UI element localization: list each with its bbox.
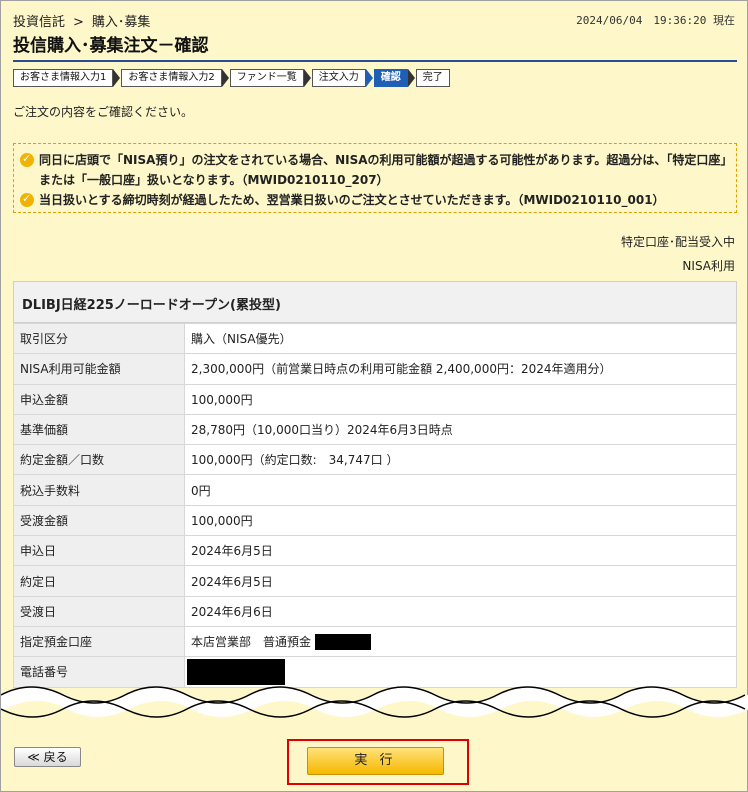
step-order-input: 注文入力 (311, 69, 366, 87)
table-row: 受渡日 2024年6月6日 (13, 595, 737, 627)
row-value: 本店営業部 普通預金 (184, 625, 737, 658)
row-value: 100,000円（約定口数: 34,747口 ） (184, 444, 737, 476)
notice-item: 同日に店頭で「NISA預り」の注文をされている場合、NISAの利用可能額が超過す… (20, 149, 730, 190)
row-label: 取引区分 (13, 322, 185, 355)
table-row: 申込金額 100,000円 (13, 383, 737, 415)
row-value: 28,780円（10,000口当り）2024年6月3日時点 (184, 413, 737, 446)
step-arrow-icon (407, 69, 415, 87)
notice-text: 当日扱いとする締切時刻が経過したため、翌営業日扱いのご注文とさせていただきます。… (39, 193, 665, 207)
redacted-account-number (314, 634, 371, 651)
warning-check-icon (20, 149, 34, 169)
row-label: 受渡金額 (13, 504, 185, 537)
account-status-tokutei: 特定口座･配当受入中 (620, 235, 735, 249)
row-value: 0円 (184, 474, 737, 506)
account-status-nisa: NISA利用 (682, 259, 735, 273)
row-label: NISA利用可能金額 (13, 353, 185, 385)
breadcrumb-separator: > (73, 15, 84, 30)
notice-box: 同日に店頭で「NISA預り」の注文をされている場合、NISAの利用可能額が超過す… (13, 143, 737, 213)
row-label: 税込手数料 (13, 474, 185, 506)
account-name: 本店営業部 普通預金 (191, 634, 312, 649)
breadcrumb: 投資信託 > 購入･募集 (13, 11, 150, 30)
breadcrumb-item-fund[interactable]: 投資信託 (13, 15, 65, 30)
table-row: 税込手数料 0円 (13, 474, 737, 506)
table-row: 指定預金口座 本店営業部 普通預金 (13, 625, 737, 658)
intro-text: ご注文の内容をご確認ください。 (13, 105, 194, 119)
page-title: 投信購入･募集注文－確認 (13, 31, 737, 62)
row-value: 100,000円 (184, 383, 737, 415)
table-row: 基準価額 28,780円（10,000口当り）2024年6月3日時点 (13, 413, 737, 446)
table-row: 約定日 2024年6月5日 (13, 565, 737, 597)
row-label: 約定日 (13, 565, 185, 597)
step-arrow-icon (303, 69, 311, 87)
step-arrow-icon (365, 69, 373, 87)
execute-button[interactable]: 実 行 (307, 747, 444, 775)
step-navigation: お客さま情報入力1 お客さま情報入力2 ファンド一覧 注文入力 確認 完了 (13, 69, 450, 87)
table-row: 約定金額／口数 100,000円（約定口数: 34,747口 ） (13, 444, 737, 476)
back-button[interactable]: ≪ 戻る (14, 747, 81, 767)
table-row: 受渡金額 100,000円 (13, 504, 737, 537)
table-row: NISA利用可能金額 2,300,000円（前営業日時点の利用可能金額 2,400… (13, 353, 737, 385)
fund-name: DLIBJ日経225ノーロードオープン(累投型) (13, 281, 737, 323)
page-break-wave (1, 686, 748, 718)
row-value: 2,300,000円（前営業日時点の利用可能金額 2,400,000円：2024… (184, 353, 737, 385)
notice-text: 同日に店頭で「NISA預り」の注文をされている場合、NISAの利用可能額が超過す… (39, 153, 727, 187)
row-value: 2024年6月5日 (184, 535, 737, 567)
row-label: 基準価額 (13, 413, 185, 446)
step-arrow-icon (113, 69, 121, 87)
step-complete: 完了 (415, 69, 450, 87)
row-label: 受渡日 (13, 595, 185, 627)
row-label: 申込日 (13, 535, 185, 567)
table-row: 申込日 2024年6月5日 (13, 535, 737, 567)
page-frame: 投資信託 > 購入･募集 2024/06/04 19:36:20 現在 投信購入･募… (0, 0, 748, 792)
step-fund-list: ファンド一覧 (229, 69, 304, 87)
step-customer-info-1: お客さま情報入力1 (13, 69, 114, 87)
table-row: 取引区分 購入（NISA優先） (13, 322, 737, 355)
row-value: 2024年6月6日 (184, 595, 737, 627)
warning-check-icon (20, 189, 34, 209)
row-label: 指定預金口座 (13, 625, 185, 658)
row-value: 100,000円 (184, 504, 737, 537)
row-value: 2024年6月5日 (184, 565, 737, 597)
notice-item: 当日扱いとする締切時刻が経過したため、翌営業日扱いのご注文とさせていただきます。… (20, 189, 730, 210)
step-customer-info-2: お客さま情報入力2 (121, 69, 222, 87)
step-arrow-icon (221, 69, 229, 87)
row-value: 購入（NISA優先） (184, 322, 737, 355)
current-datetime: 2024/06/04 19:36:20 現在 (576, 14, 735, 27)
breadcrumb-item-purchase: 購入･募集 (91, 15, 151, 30)
row-label: 申込金額 (13, 383, 185, 415)
row-label: 約定金額／口数 (13, 444, 185, 476)
step-confirm: 確認 (373, 69, 408, 87)
order-detail-table: 取引区分 購入（NISA優先） NISA利用可能金額 2,300,000円（前営業日… (13, 322, 737, 688)
